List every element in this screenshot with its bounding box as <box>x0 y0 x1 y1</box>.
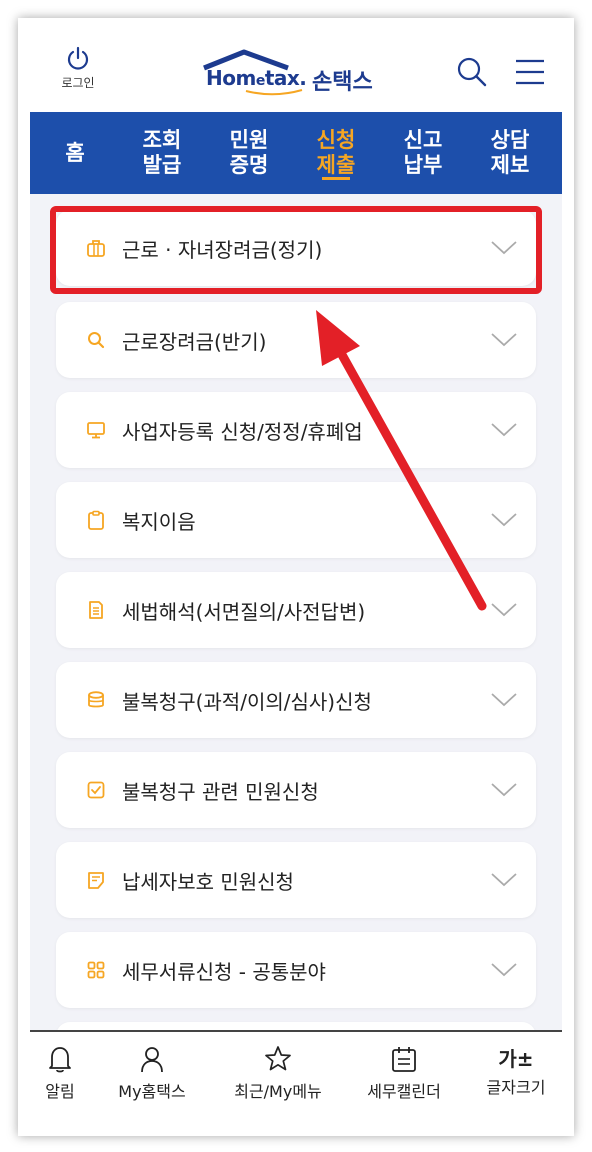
login-label: 로그인 <box>61 76 95 90</box>
list-item-business-registration[interactable]: 사업자등록 신청/정정/휴폐업 <box>56 392 536 468</box>
power-icon <box>67 46 89 70</box>
list-item-tax-documents[interactable]: 세무서류신청 - 공통분야 <box>56 932 536 1008</box>
list-item-label: 불복청구(과적/이의/심사)신청 <box>122 689 372 714</box>
tab-font-size[interactable]: 가± 글자크기 <box>468 1040 562 1098</box>
tab-label: 세무캘린더 <box>367 1082 441 1101</box>
font-size-icon: 가± <box>498 1047 534 1071</box>
nav-application-submit[interactable]: 신청 제출 <box>301 112 371 194</box>
chevron-down-icon <box>491 603 517 617</box>
chevron-down-icon <box>491 333 517 347</box>
logo-text-part2: tax. <box>264 66 307 90</box>
nav-civil-certificate[interactable]: 민원 증명 <box>214 112 284 194</box>
logo-korean: 손택스 <box>312 70 373 95</box>
logo-text-part1: Hom <box>206 66 256 90</box>
tab-label: My홈택스 <box>118 1082 186 1101</box>
list-item-label: 근로장려금(반기) <box>122 329 267 354</box>
login-button[interactable]: 로그인 <box>52 46 104 91</box>
list-item-earned-income-half[interactable]: 근로장려금(반기) <box>56 302 536 378</box>
logo-text-small: e <box>255 73 266 89</box>
clipboard-icon <box>88 510 104 530</box>
highlight-box <box>50 206 542 294</box>
list-item-label: 세무서류신청 - 공통분야 <box>122 959 326 984</box>
chevron-down-icon <box>491 873 517 887</box>
tab-label: 알림 <box>45 1082 75 1101</box>
tab-recent-my-menu[interactable]: 최근/My메뉴 <box>230 1040 326 1102</box>
hometax-logo[interactable]: Hometax. 손택스 <box>200 48 400 96</box>
hamburger-menu-icon[interactable] <box>514 58 546 86</box>
chevron-down-icon <box>491 963 517 977</box>
chevron-down-icon <box>491 423 517 437</box>
search-icon[interactable] <box>456 56 488 88</box>
search-icon <box>88 332 105 349</box>
list-item-label: 납세자보호 민원신청 <box>122 869 294 894</box>
chevron-down-icon <box>491 693 517 707</box>
checkbox-icon <box>87 781 105 799</box>
list-item-label: 세법해석(서면질의/사전답변) <box>122 599 366 624</box>
list-item-welfare-link[interactable]: 복지이음 <box>56 482 536 558</box>
list-item-appeal-claim[interactable]: 불복청구(과적/이의/심사)신청 <box>56 662 536 738</box>
star-icon <box>265 1046 291 1071</box>
logo-text: Hometax. <box>206 66 307 90</box>
tab-label: 글자크기 <box>486 1078 546 1097</box>
list-item-taxpayer-protection[interactable]: 납세자보호 민원신청 <box>56 842 536 918</box>
list-item-label: 사업자등록 신청/정정/휴폐업 <box>122 419 363 444</box>
database-icon <box>88 691 104 708</box>
bottom-tab-bar: 알림 My홈택스 최근/My메뉴 세무캘린더 가± 글자크기 <box>30 1030 562 1130</box>
tab-label: 최근/My메뉴 <box>234 1082 322 1101</box>
app-screen: 로그인 Hometax. 손택스 홈 조회 발급 민원 증명 신청 제출 신고 <box>30 30 562 1130</box>
tab-my-hometax[interactable]: My홈택스 <box>104 1040 200 1102</box>
monitor-icon <box>87 422 105 439</box>
nav-home[interactable]: 홈 <box>40 112 110 194</box>
tab-notifications[interactable]: 알림 <box>30 1040 108 1102</box>
list-item-label: 불복청구 관련 민원신청 <box>122 779 319 804</box>
list-item-appeal-civil[interactable]: 불복청구 관련 민원신청 <box>56 752 536 828</box>
nav-inquiry-issue[interactable]: 조회 발급 <box>127 112 197 194</box>
main-nav: 홈 조회 발급 민원 증명 신청 제출 신고 납부 상담 제보 <box>30 112 562 194</box>
person-icon <box>141 1047 163 1073</box>
list-item-tax-interpretation[interactable]: 세법해석(서면질의/사전답변) <box>56 572 536 648</box>
nav-report-payment[interactable]: 신고 납부 <box>388 112 458 194</box>
logo-swoosh <box>245 89 303 96</box>
tab-tax-calendar[interactable]: 세무캘린더 <box>356 1040 452 1102</box>
nav-consult-report[interactable]: 상담 제보 <box>475 112 545 194</box>
bell-icon <box>49 1047 71 1073</box>
document-icon <box>89 601 103 619</box>
note-icon <box>88 872 104 889</box>
chevron-down-icon <box>491 513 517 527</box>
chevron-down-icon <box>491 783 517 797</box>
top-bar: 로그인 Hometax. 손택스 <box>30 30 562 112</box>
grid-icon <box>87 961 105 979</box>
calendar-icon <box>392 1047 416 1072</box>
list-item-label: 복지이음 <box>122 509 196 534</box>
